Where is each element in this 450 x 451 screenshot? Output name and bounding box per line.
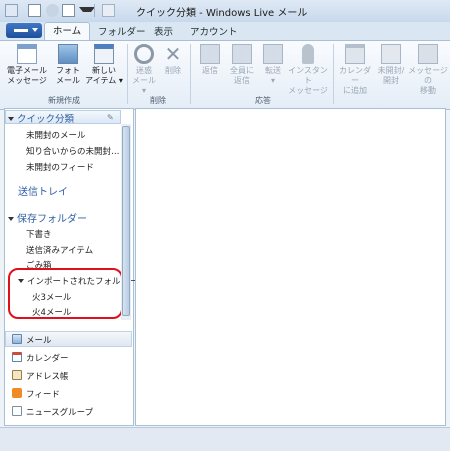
window-icon <box>102 4 115 17</box>
pin-icon[interactable]: ✎ <box>107 113 114 122</box>
message-list[interactable] <box>135 108 446 426</box>
group-delete: 削除 <box>150 96 166 105</box>
folder-drafts[interactable]: 下書き <box>26 228 52 240</box>
reply-button[interactable]: 返信 <box>196 44 224 76</box>
newsgroup-icon <box>12 406 22 416</box>
mail-icon <box>12 334 22 344</box>
tab-view[interactable]: 表示 <box>154 24 173 38</box>
customize-arrow-icon[interactable] <box>79 7 95 12</box>
nav-newsgroups[interactable]: ニュースグループ <box>12 406 93 418</box>
print-icon[interactable] <box>62 4 75 17</box>
ribbon-separator <box>127 44 128 104</box>
tab-folder[interactable]: フォルダー <box>98 24 146 38</box>
expand-arrow-icon <box>8 117 14 121</box>
new-item-icon <box>94 44 114 64</box>
junk-button[interactable]: 迷惑 メール ▾ <box>130 44 158 96</box>
scrollbar-thumb[interactable] <box>122 126 130 316</box>
folder-outbox[interactable]: 送信トレイ <box>18 183 68 198</box>
app-icon[interactable] <box>5 4 18 17</box>
app-menu-button[interactable] <box>6 23 42 38</box>
sync-icon[interactable] <box>46 4 59 17</box>
move-icon <box>418 44 438 64</box>
person-icon <box>302 44 314 64</box>
read-unread-button[interactable]: 未開封/ 開封 <box>374 44 408 86</box>
move-message-button[interactable]: メッセージの 移動 <box>406 44 450 96</box>
nav-feeds[interactable]: フィード <box>12 388 60 400</box>
window-title: クイック分類 - Windows Live メール <box>136 8 308 19</box>
tab-home[interactable]: ホーム <box>44 22 90 40</box>
reply-all-icon <box>232 44 252 64</box>
status-bar <box>0 427 450 451</box>
qa-divider <box>94 4 95 17</box>
folder-unread-mail[interactable]: 未開封のメール <box>26 129 86 141</box>
quick-views-title[interactable]: クイック分類 <box>8 111 74 125</box>
folder-sent[interactable]: 送信済みアイテム <box>26 244 93 256</box>
new-email-button[interactable]: 電子メール メッセージ <box>4 44 50 86</box>
reply-all-button[interactable]: 全員に 返信 <box>226 44 258 86</box>
tab-account[interactable]: アカウント <box>190 24 238 38</box>
folder-unread-feeds[interactable]: 未開封のフィード <box>26 161 94 173</box>
instant-message-button[interactable]: インスタント メッセージ <box>286 44 330 96</box>
rss-icon <box>12 388 22 398</box>
folder-unread-contacts[interactable]: 知り合いからの未開封… <box>26 145 120 157</box>
add-to-calendar-button[interactable]: カレンダー に追加 <box>336 44 374 96</box>
new-icon[interactable] <box>28 4 41 17</box>
email-icon <box>17 44 37 64</box>
expand-arrow-icon <box>8 217 14 221</box>
ribbon-separator <box>333 44 334 104</box>
nav-contacts[interactable]: アドレス帳 <box>12 370 69 382</box>
forward-button[interactable]: 転送 ▾ <box>260 44 286 86</box>
group-new: 新規作成 <box>48 96 80 105</box>
forward-icon <box>263 44 283 64</box>
nav-calendar[interactable]: カレンダー <box>12 352 69 364</box>
no-entry-icon <box>134 44 154 64</box>
chevron-down-icon <box>32 28 38 32</box>
calendar-icon <box>12 352 22 362</box>
highlight-annotation <box>8 268 123 319</box>
delete-x-icon: ✕ <box>164 42 182 66</box>
reply-icon <box>200 44 220 64</box>
envelope-icon <box>381 44 401 64</box>
nav-mail[interactable]: メール <box>12 334 52 346</box>
group-respond: 応答 <box>255 96 271 105</box>
calendar-icon <box>345 44 365 64</box>
storage-folders-header[interactable]: 保存フォルダー <box>8 210 87 225</box>
new-item-button[interactable]: 新しい アイテム ▾ <box>84 44 124 86</box>
delete-button[interactable]: ✕ 削除 <box>160 44 186 76</box>
photo-email-button[interactable]: フォト メール <box>52 44 84 86</box>
address-book-icon <box>12 370 22 380</box>
photo-icon <box>58 44 78 64</box>
ribbon-separator <box>190 44 191 104</box>
